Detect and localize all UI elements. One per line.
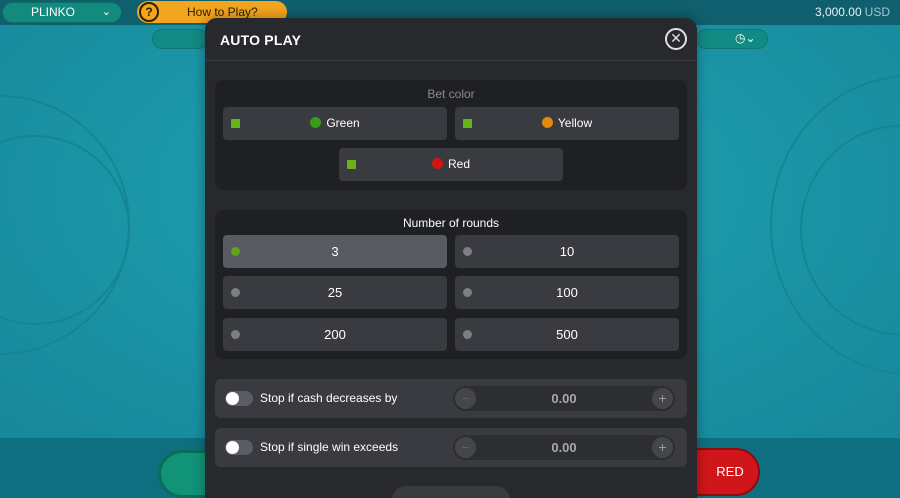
single-win-input[interactable]: 0.00 (483, 435, 645, 460)
rounds-option-label: 500 (556, 327, 578, 342)
stop-cash-decrease-row: Stop if cash decreases by − 0.00 + (215, 379, 687, 418)
cash-decrease-stepper: − 0.00 + (453, 386, 675, 411)
cash-decrease-input[interactable]: 0.00 (483, 386, 645, 411)
bet-color-red[interactable]: Red (339, 148, 563, 181)
close-button[interactable]: ✕ (665, 28, 687, 50)
toggle-knob (226, 441, 239, 454)
stop-single-win-toggle[interactable] (225, 440, 253, 455)
balance-amount: 3,000.00 (814, 5, 862, 19)
bet-color-yellow[interactable]: Yellow (455, 107, 679, 140)
stop-single-win-row: Stop if single win exceeds − 0.00 + (215, 428, 687, 467)
red-bet-label: RED (716, 464, 744, 479)
increment-button[interactable]: + (652, 388, 673, 409)
rounds-option-label: 10 (559, 244, 575, 259)
chevron-down-icon: ⌄ (101, 6, 111, 18)
rounds-panel: Number of rounds 3 10 25 100 200 500 (215, 210, 687, 359)
stop-single-win-label: Stop if single win exceeds (260, 440, 399, 454)
game-name: PLINKO (31, 5, 76, 19)
rounds-option-label: 25 (327, 285, 343, 300)
bet-slider[interactable] (152, 29, 208, 49)
red-dot-icon (431, 158, 443, 169)
decrement-button[interactable]: − (455, 437, 476, 458)
bet-color-label: Red (447, 157, 470, 171)
increment-button[interactable]: + (652, 437, 673, 458)
close-icon: ✕ (670, 30, 682, 46)
balance: 3,000.00 USD (815, 5, 890, 19)
rounds-option-500[interactable]: 500 (455, 318, 679, 351)
rounds-option-label: 100 (556, 285, 578, 300)
bet-color-label: Green (326, 116, 360, 130)
balance-currency: USD (864, 5, 890, 19)
single-win-stepper: − 0.00 + (453, 435, 675, 460)
speedometer-icon: ◷⌄ (735, 31, 756, 45)
rounds-option-label: 200 (324, 327, 346, 342)
rounds-title: Number of rounds (402, 216, 500, 230)
modal-header: AUTO PLAY ✕ (205, 18, 697, 61)
rounds-option-label: 3 (331, 244, 339, 259)
stop-cash-decrease-toggle[interactable] (225, 391, 253, 406)
start-auto-play-button[interactable] (392, 486, 510, 498)
bet-color-title: Bet color (427, 87, 475, 101)
stop-cash-decrease-label: Stop if cash decreases by (260, 391, 398, 405)
decrement-button[interactable]: − (455, 388, 476, 409)
rounds-option-25[interactable]: 25 (223, 276, 447, 309)
green-dot-icon (310, 117, 322, 128)
auto-play-modal: AUTO PLAY ✕ Bet color Green Yellow Red N… (205, 18, 697, 498)
modal-title: AUTO PLAY (220, 32, 302, 48)
yellow-dot-icon (541, 117, 553, 128)
game-selector[interactable]: PLINKO ⌄ (2, 2, 122, 23)
bet-color-green[interactable]: Green (223, 107, 447, 140)
toggle-knob (226, 392, 239, 405)
question-icon: ? (139, 2, 159, 22)
speed-selector[interactable]: ◷⌄ (696, 29, 768, 49)
bet-color-panel: Bet color Green Yellow Red (215, 80, 687, 190)
rounds-option-3[interactable]: 3 (223, 235, 447, 268)
bet-color-label: Yellow (557, 116, 593, 130)
rounds-option-100[interactable]: 100 (455, 276, 679, 309)
rounds-option-200[interactable]: 200 (223, 318, 447, 351)
rounds-option-10[interactable]: 10 (455, 235, 679, 268)
